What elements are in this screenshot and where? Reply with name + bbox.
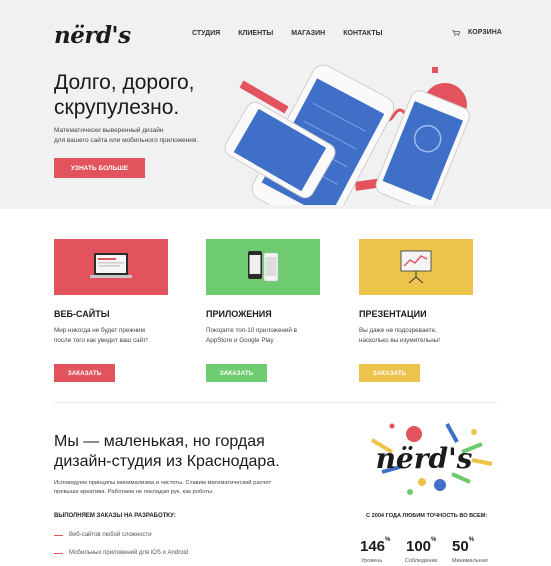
stat-label: Уровень — [361, 558, 383, 564]
orders-heading: ВЫПОЛНЯЕМ ЗАКАЗЫ НА РАЗРАБОТКУ: — [54, 513, 176, 519]
service-image — [359, 239, 473, 295]
nav-item-clients[interactable]: КЛИЕНТЫ — [238, 30, 273, 37]
service-description: Покорите топ-10 приложений в AppStore и … — [206, 326, 320, 356]
learn-more-button[interactable]: УЗНАТЬ БОЛЬШЕ — [54, 158, 145, 178]
about-title-line: дизайн-студия из Краснодара. — [54, 453, 280, 470]
order-label: Веб-сайтов любой сложности — [69, 532, 152, 538]
presentation-board-icon — [400, 250, 432, 284]
section-divider — [54, 402, 497, 403]
nav-item-contacts[interactable]: КОНТАКТЫ — [343, 30, 382, 37]
nerds-logo-badge: nërd's — [370, 423, 493, 495]
about-title: Мы — маленькая, но гордая дизайн-студия … — [54, 432, 334, 472]
about-description-line: Исповедуем принципы минимализма и чистот… — [54, 480, 272, 486]
stat-value: 100% — [406, 537, 437, 555]
cart-label: КОРЗИНА — [468, 29, 502, 36]
order-button[interactable]: ЗАКАЗАТЬ — [359, 364, 420, 382]
stat-unit: % — [468, 537, 475, 543]
hero-phones-illustration — [224, 64, 470, 205]
service-card-apps: ПРИЛОЖЕНИЯ Покорите топ-10 приложений в … — [206, 239, 320, 382]
service-title: ПРИЛОЖЕНИЯ — [206, 309, 272, 319]
service-image — [54, 239, 168, 295]
stat-value: 146% — [360, 537, 391, 555]
stat-label: Соблюдение — [405, 558, 438, 564]
stat-unit: % — [431, 537, 437, 543]
logo[interactable]: nërd's — [54, 22, 131, 49]
service-description: Мир никогда не будет прежним после того … — [54, 326, 168, 356]
order-button[interactable]: ЗАКАЗАТЬ — [206, 364, 267, 382]
stats-heading: С 2004 ГОДА ЛЮБИМ ТОЧНОСТЬ ВО ВСЕМ: — [366, 513, 488, 519]
service-description-line: AppStore и Google Play — [206, 337, 274, 344]
order-button[interactable]: ЗАКАЗАТЬ — [54, 364, 115, 382]
order-list-item: Веб-сайтов любой сложности — [54, 532, 152, 538]
stat-label: Минимальная — [452, 558, 488, 564]
dash-icon — [54, 552, 63, 554]
dash-icon — [54, 534, 63, 536]
cart-icon — [452, 29, 460, 36]
nav-item-studio[interactable]: СТУДИЯ — [192, 30, 220, 37]
service-description-line: насколько вы изумительны! — [359, 337, 441, 344]
phones-icon — [248, 251, 279, 282]
service-description-line: Вы даже не подозреваете, — [359, 327, 437, 334]
service-card-presentations: ПРЕЗЕНТАЦИИ Вы даже не подозреваете, нас… — [359, 239, 473, 382]
cart-link[interactable]: КОРЗИНА — [452, 29, 502, 36]
about-description: Исповедуем принципы минимализма и чистот… — [54, 479, 314, 497]
service-description-line: Покорите топ-10 приложений в — [206, 327, 297, 334]
main-nav: СТУДИЯ КЛИЕНТЫ МАГАЗИН КОНТАКТЫ — [192, 30, 383, 37]
service-image — [206, 239, 320, 295]
stat-unit: % — [385, 537, 391, 543]
laptop-icon — [90, 253, 132, 278]
about-description-line: превыше креатива. Работаем не покладая р… — [54, 489, 214, 495]
order-list-item: Мобильных приложений для iOS и Android — [54, 550, 188, 556]
stat-value: 50% — [452, 537, 475, 555]
order-label: Мобильных приложений для iOS и Android — [69, 550, 189, 556]
hero-section: nërd's СТУДИЯ КЛИЕНТЫ МАГАЗИН КОНТАКТЫ К… — [0, 0, 551, 209]
service-description-line: Мир никогда не будет прежним — [54, 327, 145, 334]
service-description-line: после того как увидит ваш сайт! — [54, 337, 148, 344]
stat-number: 100 — [406, 538, 432, 555]
service-title: ПРЕЗЕНТАЦИИ — [359, 309, 427, 319]
service-card-websites: ВЕБ-САЙТЫ Мир никогда не будет прежним п… — [54, 239, 168, 382]
stat-number: 146 — [360, 538, 386, 555]
service-description: Вы даже не подозреваете, насколько вы из… — [359, 326, 473, 356]
stat-number: 50 — [452, 538, 469, 555]
nav-item-shop[interactable]: МАГАЗИН — [291, 30, 325, 37]
service-title: ВЕБ-САЙТЫ — [54, 309, 110, 319]
badge-logo-text: nërd's — [376, 442, 473, 475]
about-title-line: Мы — маленькая, но гордая — [54, 433, 265, 450]
